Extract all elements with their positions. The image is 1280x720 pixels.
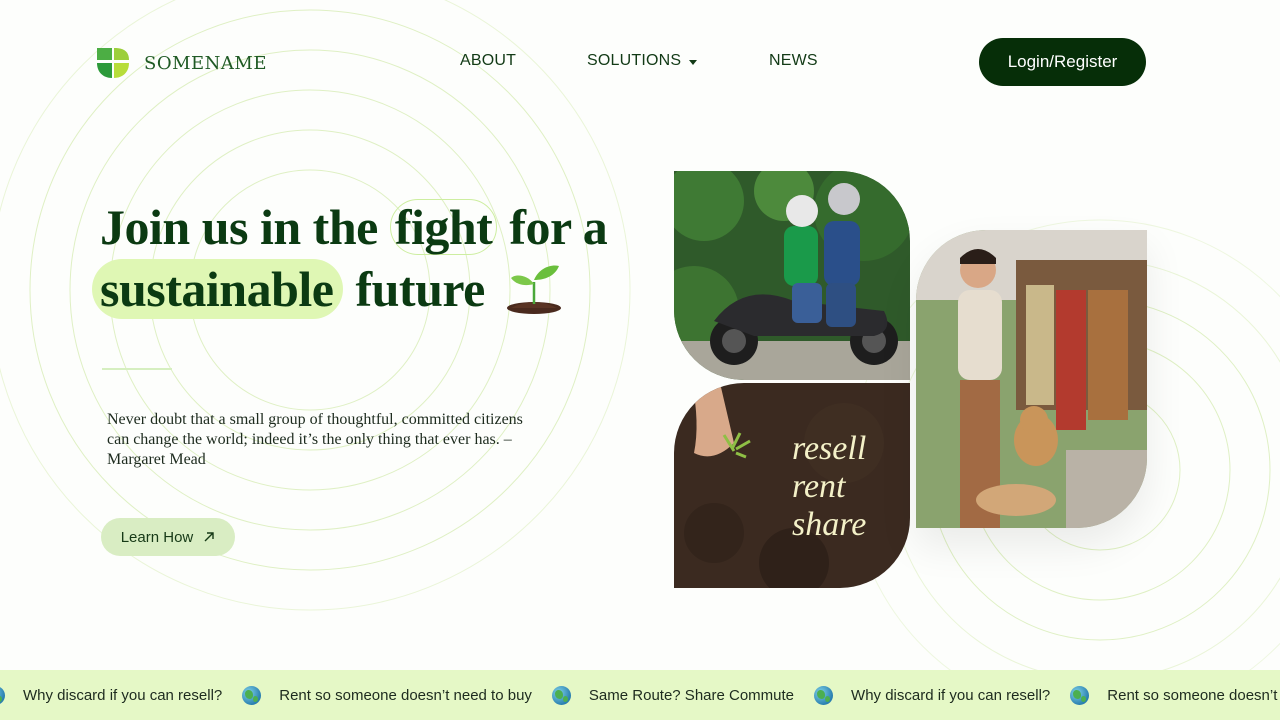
ticker-item: Rent so someone doesn’t need to buy — [242, 685, 532, 705]
brand-name: SOMENAME — [144, 52, 267, 74]
learn-how-label: Learn How — [120, 528, 194, 546]
globe-icon — [551, 685, 571, 705]
ticker-text: Rent so someone doesn’t need to buy — [279, 686, 532, 704]
hero-title-part3: future — [355, 261, 485, 317]
nav-solutions[interactable]: SOLUTIONS — [587, 52, 698, 70]
hero-quote: Never doubt that a small group of though… — [107, 411, 523, 468]
hero-title-highlight-fight: fight — [389, 199, 498, 255]
ticker-text: Rent so someone doesn’t need to buy — [1107, 686, 1280, 704]
nav-news[interactable]: NEWS — [769, 52, 818, 70]
tagline: resell rent share — [792, 430, 902, 544]
tagline-resell: resell — [792, 430, 867, 467]
hero-title-part1: Join us in the — [100, 199, 378, 255]
hero-title-highlight-sustainable: sustainable — [92, 259, 344, 319]
globe-icon — [242, 685, 262, 705]
ticker-item: Why discard if you can resell? — [814, 685, 1051, 705]
hero-divider — [102, 368, 172, 370]
marquee-ticker: Why discard if you can resell? Rent so s… — [0, 670, 1280, 720]
leaf-logo-icon — [97, 48, 129, 78]
brand-logo[interactable]: SOMENAME — [96, 46, 267, 80]
ticker-item: Why discard if you can resell? — [0, 685, 223, 705]
ticker-track: Why discard if you can resell? Rent so s… — [0, 670, 1280, 720]
globe-icon — [1070, 685, 1090, 705]
sprout-icon — [507, 265, 561, 314]
hero-title-part2: for a — [509, 199, 608, 255]
caret-down-icon — [689, 59, 698, 65]
arrow-up-right-icon — [204, 532, 214, 542]
tagline-share: share — [792, 506, 867, 543]
ticker-text: Same Route? Share Commute — [588, 686, 795, 704]
nav-about[interactable]: ABOUT — [460, 52, 516, 70]
login-register-button[interactable]: Login/Register — [979, 38, 1146, 86]
scooter-photo — [674, 171, 910, 380]
ticker-text: Why discard if you can resell? — [23, 686, 223, 704]
globe-icon — [814, 685, 834, 705]
market-photo — [916, 230, 1147, 528]
nav-solutions-label: SOLUTIONS — [587, 52, 682, 69]
ticker-item: Rent so someone doesn’t need to buy — [1070, 685, 1280, 705]
ticker-text: Why discard if you can resell? — [851, 686, 1051, 704]
globe-icon — [0, 685, 5, 705]
ticker-item: Same Route? Share Commute — [551, 685, 795, 705]
learn-how-button[interactable]: Learn How — [101, 518, 235, 556]
tagline-rent: rent — [792, 468, 846, 505]
